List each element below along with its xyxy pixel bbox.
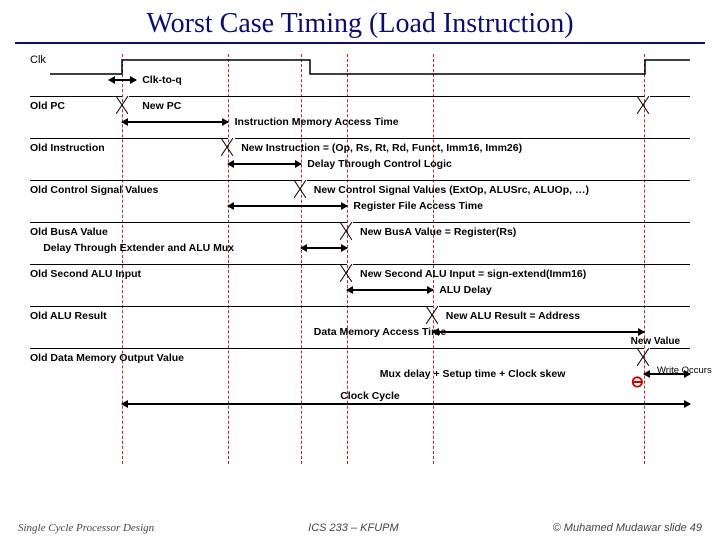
label-new-ctrl: New Control Signal Values (ExtOp, ALUSrc… <box>314 184 589 196</box>
clk-wave <box>30 56 690 78</box>
label-alu-delay: ALU Delay <box>439 284 492 296</box>
label-new-instr: New Instruction = (Op, Rs, Rt, Rd, Funct… <box>241 142 522 154</box>
label-new-busa: New BusA Value = Register(Rs) <box>360 226 516 238</box>
label-imem: Instruction Memory Access Time <box>235 116 399 128</box>
label-clk-to-q: Clk-to-q <box>142 74 182 86</box>
arrow-clk-to-q <box>109 79 135 81</box>
arrow-ctrl-delay <box>228 163 301 165</box>
footer-left: Single Cycle Processor Design <box>18 522 154 534</box>
label-old-busa: Old BusA Value <box>30 226 108 238</box>
label-rf-access: Register File Access Time <box>353 200 483 212</box>
label-new-alu-in: New Second ALU Input = sign-extend(Imm16… <box>360 268 586 280</box>
footer-center: ICS 233 – KFUPM <box>308 522 398 534</box>
arrow-alu-delay <box>347 289 433 291</box>
label-old-alu-res: Old ALU Result <box>30 310 107 322</box>
label-dmem: Data Memory Access Time <box>314 326 446 338</box>
label-old-pc: Old PC <box>30 100 65 112</box>
label-write-occurs: Write Occurs <box>657 366 712 376</box>
label-new-pc: New PC <box>142 100 181 112</box>
arrow-dmem <box>433 331 644 333</box>
label-clock-cycle: Clock Cycle <box>340 390 400 402</box>
arrow-clock-cycle <box>122 403 690 405</box>
label-old-instr: Old Instruction <box>30 142 105 154</box>
write-marker-icon: ⊖ <box>631 372 644 392</box>
label-mux-setup: Mux delay + Setup time + Clock skew <box>380 368 566 380</box>
arrow-rf-access <box>228 205 347 207</box>
label-old-dmem: Old Data Memory Output Value <box>30 352 184 364</box>
footer-right: © Muhamed Mudawar slide 49 <box>553 522 702 534</box>
label-ctrl-delay: Delay Through Control Logic <box>307 158 452 170</box>
footer: Single Cycle Processor Design ICS 233 – … <box>0 522 720 534</box>
label-old-alu-in: Old Second ALU Input <box>30 268 141 280</box>
label-new-alu-res: New ALU Result = Address <box>446 310 580 322</box>
arrow-ext-alu-mux <box>301 247 347 249</box>
label-new-val: New Value <box>631 336 680 347</box>
label-old-ctrl: Old Control Signal Values <box>30 184 158 196</box>
page-title: Worst Case Timing (Load Instruction) <box>15 0 705 44</box>
arrow-imem <box>122 121 228 123</box>
label-ext-alu-mux: Delay Through Extender and ALU Mux <box>43 242 234 254</box>
timing-diagram: Clk Clk-to-q Old PC New PC Instruction M… <box>30 54 690 464</box>
